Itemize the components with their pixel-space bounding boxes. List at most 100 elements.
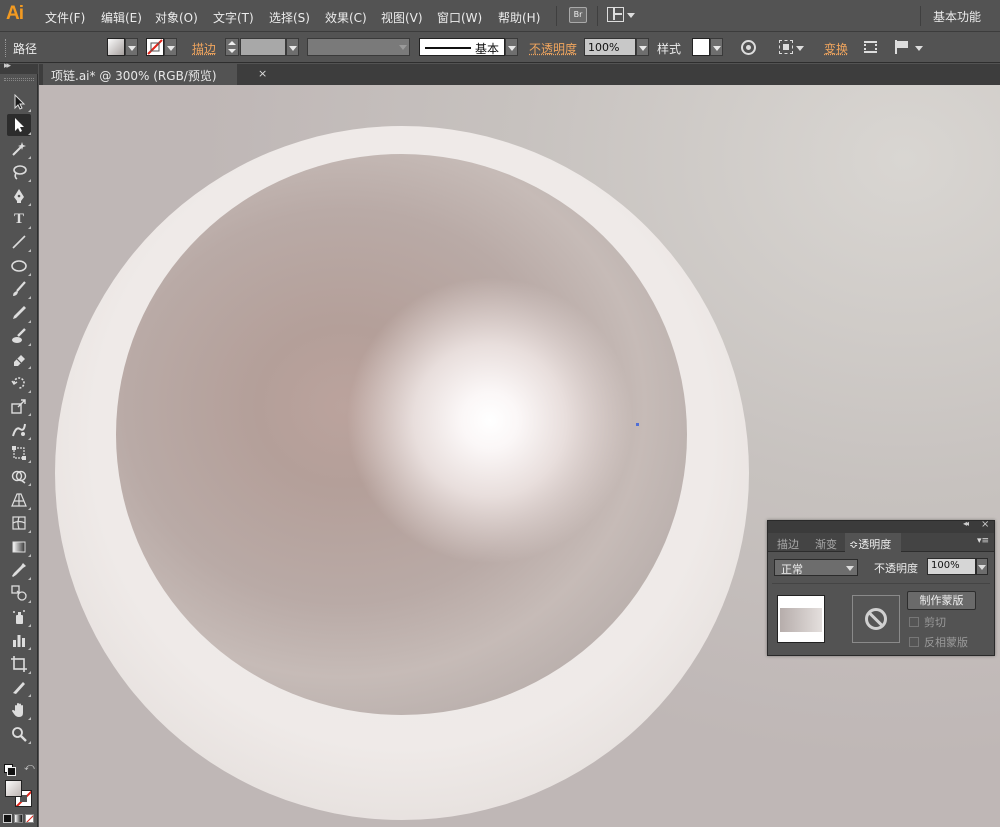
tab-transparency[interactable]: ≎透明度 xyxy=(845,533,901,552)
fill-swatch[interactable] xyxy=(107,38,125,56)
artboard-tool-button[interactable] xyxy=(7,653,31,675)
transform-link[interactable]: 变换 xyxy=(824,40,848,57)
stroke-label[interactable]: 描边 xyxy=(192,40,216,57)
menu-effect[interactable]: 效果(C) xyxy=(325,9,367,26)
gradient-tool-button[interactable] xyxy=(7,536,31,558)
chevron-down-icon xyxy=(978,565,986,570)
menu-view[interactable]: 视图(V) xyxy=(381,9,423,26)
menu-window[interactable]: 窗口(W) xyxy=(437,9,482,26)
stroke-weight-stepper[interactable] xyxy=(225,38,239,56)
close-icon[interactable]: × xyxy=(981,519,989,530)
opacity-label[interactable]: 不透明度 xyxy=(529,40,577,57)
gradient-mode-icon[interactable] xyxy=(14,814,23,823)
panel-title-bar[interactable]: ◂◂ × xyxy=(768,519,994,533)
direct-selection-tool-button[interactable] xyxy=(7,114,31,136)
opacity-dropdown[interactable] xyxy=(976,558,988,575)
panel-menu-icon[interactable]: ▾≡ xyxy=(977,536,989,546)
variable-width-profile[interactable] xyxy=(307,38,410,56)
scale-tool-button[interactable] xyxy=(7,395,31,417)
type-tool-button[interactable]: T xyxy=(7,208,31,230)
ellipse-tool-button[interactable] xyxy=(7,255,31,277)
default-fill-stroke-icon[interactable] xyxy=(4,764,16,776)
clip-checkbox[interactable] xyxy=(909,617,919,627)
zoom-tool-button[interactable] xyxy=(7,723,31,745)
stroke-dropdown[interactable] xyxy=(164,38,177,56)
fill-dropdown[interactable] xyxy=(125,38,138,56)
tool-flyout-indicator xyxy=(28,671,31,674)
artboard-tool-icon xyxy=(11,656,27,672)
recolor-artwork-icon[interactable] xyxy=(741,40,756,55)
eyedropper-tool-button[interactable] xyxy=(7,559,31,581)
tool-flyout-indicator xyxy=(28,483,31,486)
chevron-down-icon[interactable] xyxy=(915,46,923,51)
object-thumbnail[interactable] xyxy=(777,595,825,643)
menu-select[interactable]: 选择(S) xyxy=(269,9,310,26)
blend-tool-button[interactable] xyxy=(7,582,31,604)
tab-gradient[interactable]: 渐变 xyxy=(815,536,837,552)
shape-builder-tool-button[interactable] xyxy=(7,465,31,487)
none-mode-icon[interactable] xyxy=(25,814,34,823)
control-bar-grip[interactable] xyxy=(5,39,8,57)
document-tab[interactable]: 项链.ai* @ 300% (RGB/预览) xyxy=(43,64,237,85)
workspace-switcher[interactable]: 基本功能 xyxy=(933,8,981,25)
blob-brush-tool-icon xyxy=(12,328,26,343)
blob-brush-tool-button[interactable] xyxy=(7,325,31,347)
warp-tool-button[interactable] xyxy=(7,419,31,441)
column-graph-tool-button[interactable] xyxy=(7,629,31,651)
color-mode-icon[interactable] xyxy=(3,814,12,823)
opacity-input[interactable]: 100% xyxy=(584,38,636,56)
blend-mode-select[interactable]: 正常 xyxy=(774,559,858,576)
invert-mask-checkbox[interactable] xyxy=(909,637,919,647)
collapse-arrows-icon[interactable]: ▸▸ xyxy=(4,61,11,71)
menu-type[interactable]: 文字(T) xyxy=(213,9,254,26)
tools-panel-grip[interactable] xyxy=(4,78,34,81)
eraser-tool-button[interactable] xyxy=(7,348,31,370)
chevron-down-icon[interactable] xyxy=(796,46,804,51)
artboard-canvas[interactable] xyxy=(39,85,1000,827)
brush-definition[interactable]: 基本 xyxy=(419,38,505,56)
menu-help[interactable]: 帮助(H) xyxy=(498,9,540,26)
symbol-sprayer-tool-button[interactable] xyxy=(7,606,31,628)
magic-wand-tool-button[interactable] xyxy=(7,138,31,160)
pen-tool-button[interactable] xyxy=(7,185,31,207)
selection-tool-button[interactable] xyxy=(7,91,31,113)
mesh-tool-button[interactable] xyxy=(7,512,31,534)
document-tab-bar: 项链.ai* @ 300% (RGB/预览) × xyxy=(39,64,1000,85)
selected-anchor-point[interactable] xyxy=(636,423,639,426)
hand-tool-button[interactable] xyxy=(7,699,31,721)
paintbrush-tool-button[interactable] xyxy=(7,278,31,300)
scale-tool-icon xyxy=(11,399,26,414)
stroke-none-swatch[interactable] xyxy=(146,38,164,56)
pearl-inner-sphere[interactable] xyxy=(116,154,687,715)
graphic-style-swatch[interactable] xyxy=(692,38,710,56)
make-mask-button[interactable]: 制作蒙版 xyxy=(907,591,976,610)
menu-edit[interactable]: 编辑(E) xyxy=(101,9,142,26)
go-to-bridge-icon[interactable]: Br xyxy=(569,7,587,23)
mask-thumbnail[interactable] xyxy=(852,595,900,643)
tab-stroke[interactable]: 描边 xyxy=(777,536,799,552)
brush-dropdown[interactable] xyxy=(505,38,518,56)
opacity-input[interactable]: 100% xyxy=(927,558,976,575)
line-segment-tool-button[interactable] xyxy=(7,231,31,253)
free-transform-tool-button[interactable] xyxy=(7,442,31,464)
isolate-object-icon[interactable] xyxy=(864,41,877,53)
opacity-dropdown[interactable] xyxy=(636,38,649,56)
menu-object[interactable]: 对象(O) xyxy=(155,9,198,26)
pencil-tool-button[interactable] xyxy=(7,302,31,324)
collapse-panel-icon[interactable]: ◂◂ xyxy=(963,519,969,528)
swap-fill-stroke-icon[interactable]: ⤺ xyxy=(24,762,35,773)
flag-icon[interactable] xyxy=(895,40,910,54)
arrange-documents-button[interactable] xyxy=(607,7,635,23)
align-icon[interactable] xyxy=(779,40,793,54)
slice-tool-button[interactable] xyxy=(7,676,31,698)
blend-mode-value: 正常 xyxy=(781,563,803,576)
rotate-tool-button[interactable] xyxy=(7,372,31,394)
lasso-tool-button[interactable] xyxy=(7,161,31,183)
perspective-grid-tool-button[interactable] xyxy=(7,489,31,511)
stroke-weight-input[interactable] xyxy=(240,38,286,56)
close-icon[interactable]: × xyxy=(258,67,267,80)
menu-file[interactable]: 文件(F) xyxy=(45,9,85,26)
fill-color-box[interactable] xyxy=(5,780,22,797)
graphic-style-dropdown[interactable] xyxy=(710,38,723,56)
stroke-weight-dropdown[interactable] xyxy=(286,38,299,56)
